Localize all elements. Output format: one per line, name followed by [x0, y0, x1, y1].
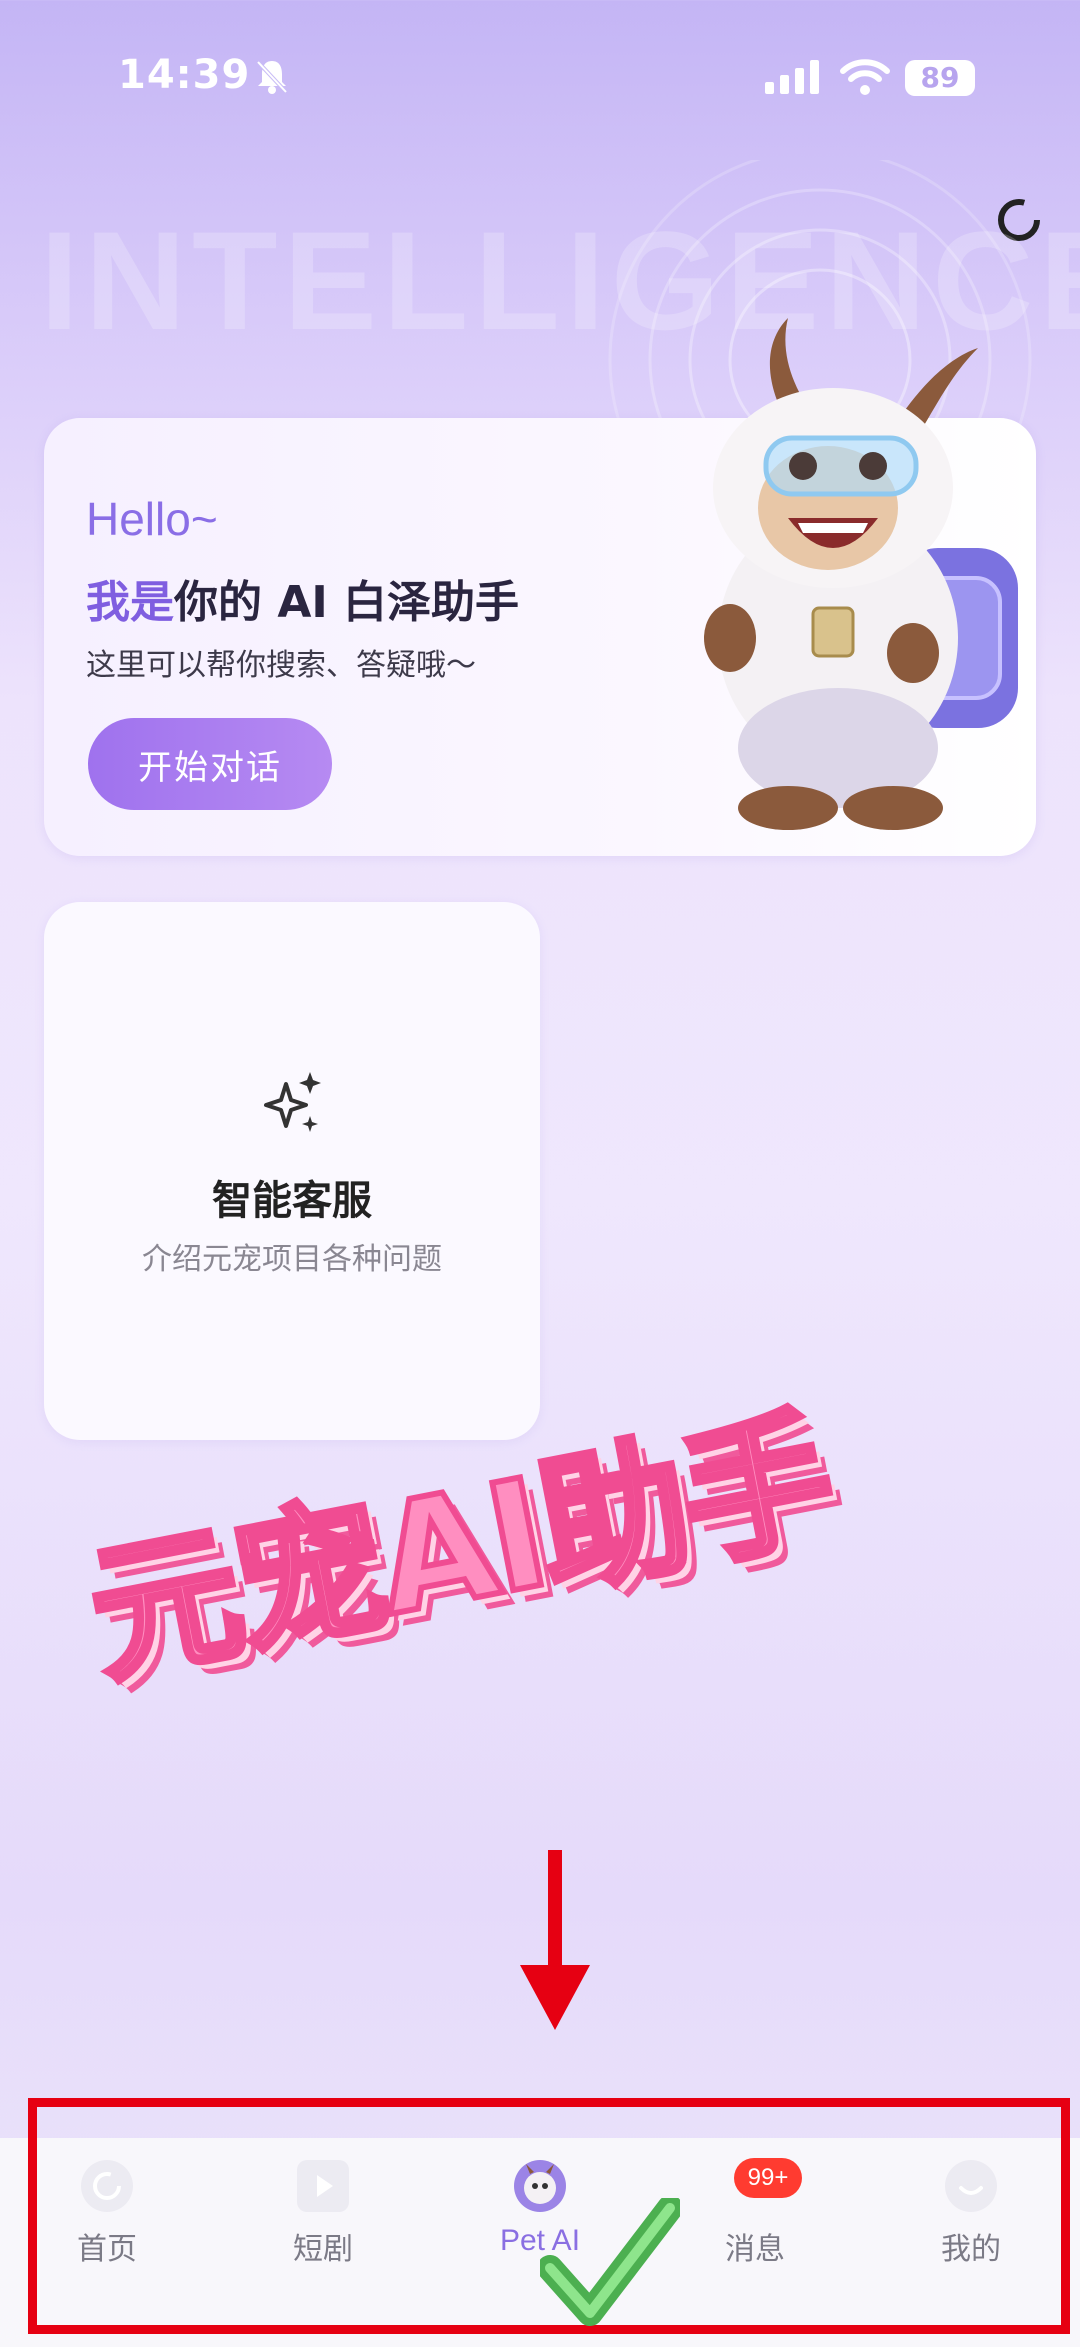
status-bar: 14:39 89	[0, 52, 1080, 108]
service-card-subtitle: 介绍元宠项目各种问题	[142, 1242, 442, 1277]
headline-rest: 你的 AI 白泽助手	[174, 577, 520, 628]
assistant-headline: 我是你的 AI 白泽助手	[86, 566, 519, 630]
assistant-subtitle: 这里可以帮你搜索、答疑哦～	[86, 648, 476, 683]
mute-bell-icon	[256, 60, 288, 94]
greeting-text: Hello~	[86, 493, 218, 545]
sparkle-icon	[264, 1072, 321, 1132]
down-arrow-icon	[520, 1850, 590, 2030]
mascot-illustration	[704, 318, 1018, 830]
headline-accent: 我是	[86, 577, 174, 628]
service-card-title: 智能客服	[212, 1178, 372, 1224]
signal-icon	[765, 60, 819, 94]
status-time: 14:39	[118, 52, 251, 98]
green-check-icon	[540, 2198, 680, 2326]
wifi-icon	[840, 59, 890, 95]
battery-indicator: 89	[905, 60, 975, 96]
start-chat-button[interactable]: 开始对话	[88, 718, 332, 810]
